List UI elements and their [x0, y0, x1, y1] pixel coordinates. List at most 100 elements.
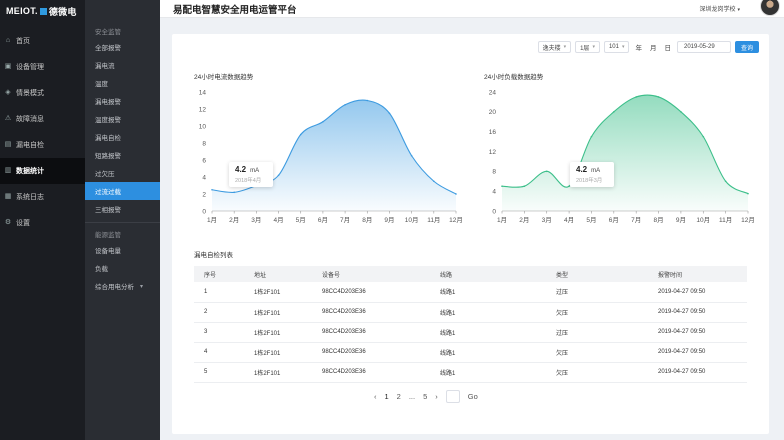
date-input[interactable]: 2019-05-29 [676, 41, 731, 53]
x-tick-label: 4月 [273, 216, 283, 224]
cell-type: 欠压 [556, 342, 658, 363]
caret-down-icon: ▾ [621, 44, 625, 50]
nav-item-scenes[interactable]: ◈ 情景模式 [0, 80, 85, 106]
subnav-item-load[interactable]: 负载 [85, 259, 160, 277]
top-header: 易配电智慧安全用电运管平台 深圳龙岗学校 ▾ [160, 0, 784, 18]
col-device: 设备号 [322, 266, 440, 282]
cell-line: 线路1 [440, 362, 556, 383]
x-tick-label: 12月 [741, 216, 755, 224]
subnav-item-temperature[interactable]: 温度 [85, 74, 160, 92]
chart-title-load: 24小时负载数据趋势 [484, 74, 544, 81]
subnav-item-leak-alarm[interactable]: 漏电报警 [85, 92, 160, 110]
cell-type: 欠压 [556, 362, 658, 383]
tooltip-value: 4.2 [235, 165, 247, 174]
col-type: 类型 [556, 266, 658, 282]
data-point [523, 185, 526, 188]
subnav-item-power-analysis[interactable]: 综合用电分析 ▾ [85, 277, 160, 295]
floor-value: 1层 [580, 45, 590, 52]
cell-index: 1 [194, 282, 254, 303]
y-tick-label: 4 [202, 174, 206, 181]
chevron-down-icon: ▾ [737, 7, 740, 13]
x-tick-label: 10月 [405, 216, 419, 224]
x-tick-label: 8月 [653, 216, 663, 224]
subnav-item-device-energy[interactable]: 设备电量 [85, 241, 160, 259]
home-icon: ⌂ [5, 37, 11, 44]
x-tick-label: 9月 [384, 216, 394, 224]
query-button[interactable]: 查询 [734, 41, 759, 53]
subnav-item-all-alarms[interactable]: 全部报警 [85, 38, 160, 56]
x-tick-label: 8月 [362, 216, 372, 224]
caret-down-icon: ▾ [592, 44, 595, 50]
tooltip-unit: mA [591, 168, 601, 174]
subnav-item-temp-alarm[interactable]: 温度报警 [85, 110, 160, 128]
x-tick-label: 3月 [542, 216, 552, 224]
nav-item-statistics[interactable]: ▥ 数据统计 [0, 158, 85, 184]
nav-label: 首页 [16, 38, 30, 45]
nav-item-faults[interactable]: ⚠ 故障消息 [0, 106, 85, 132]
logo-cn: 德微电 [48, 6, 77, 17]
cell-device: 98CC4D203E36 [322, 322, 440, 343]
subnav-item-leak-current[interactable]: 漏电流 [85, 56, 160, 74]
cell-device: 98CC4D203E36 [322, 302, 440, 323]
y-tick-label: 20 [489, 109, 497, 116]
data-point [545, 170, 548, 173]
col-address: 地址 [254, 266, 322, 282]
current-trend-chart: 0 2 4 6 8 10 12 14 1月 2月 3月 4月 5月 6月 7月 8月 9月 10月 11月 12月 [199, 89, 463, 224]
tooltip-unit: mA [250, 168, 260, 174]
data-point [613, 111, 615, 113]
data-point [590, 135, 593, 138]
y-tick-label: 14 [199, 89, 207, 96]
page-2[interactable]: 2 [397, 392, 401, 401]
cell-type: 欠压 [556, 302, 658, 323]
avatar[interactable] [760, 0, 780, 16]
subnav-item-three-phase[interactable]: 三相报警 [85, 200, 160, 218]
segment-year[interactable]: 年 [633, 42, 644, 52]
data-point [388, 112, 391, 115]
room-select[interactable]: 101 ▾ [603, 41, 630, 53]
page-1[interactable]: 1 [385, 392, 389, 401]
page-jump-input[interactable] [445, 390, 460, 403]
cell-type: 过压 [556, 322, 658, 343]
nav-item-leak-selftest[interactable]: ▤ 漏电自检 [0, 132, 85, 158]
segment-month[interactable]: 月 [648, 42, 659, 52]
log-icon: ▦ [4, 193, 12, 200]
floor-select[interactable]: 1层 ▾ [575, 41, 600, 53]
x-tick-label: 2月 [519, 216, 529, 224]
next-page-button[interactable]: › [435, 392, 438, 401]
page-5[interactable]: 5 [423, 392, 427, 401]
nav-item-devices[interactable]: ▣ 设备管理 [0, 54, 85, 80]
room-value: 101 [608, 44, 619, 50]
y-tick-label: 4 [492, 188, 496, 195]
subnav-divider [85, 222, 160, 223]
nav-item-settings[interactable]: ⚙ 设置 [0, 210, 85, 236]
nav-item-system-log[interactable]: ▦ 系统日志 [0, 184, 85, 210]
table-row: 4 1栋2F101 98CC4D203E36 线路1 欠压 2019-04-27… [194, 342, 747, 363]
subnav-item-overcurrent[interactable]: 过流过载 [85, 182, 160, 200]
segment-day[interactable]: 日 [662, 42, 673, 52]
subnav-item-leak-selftest[interactable]: 漏电自检 [85, 128, 160, 146]
x-tick-label: 7月 [340, 216, 350, 224]
cell-address: 1栋2F101 [254, 342, 322, 363]
nav-label: 故障消息 [16, 116, 44, 123]
prev-page-button[interactable]: ‹ [374, 392, 377, 401]
data-point [501, 185, 503, 188]
data-point [299, 133, 302, 136]
data-point [277, 174, 280, 177]
nav-label: 设置 [16, 220, 30, 227]
data-point [211, 188, 213, 191]
go-button[interactable]: Go [468, 392, 478, 401]
nav-item-home[interactable]: ⌂ 首页 [0, 28, 85, 54]
subnav-item-short-circuit[interactable]: 短路报警 [85, 146, 160, 164]
cell-time: 2019-04-27 09:50 [658, 342, 747, 363]
cell-index: 4 [194, 342, 254, 363]
subnav-group-safety: 安全监管 [95, 29, 121, 36]
subnav-item-over-under-voltage[interactable]: 过欠压 [85, 164, 160, 182]
school-selector[interactable]: 深圳龙岗学校 ▾ [699, 4, 740, 13]
sidebar: MEIOT. 德微电 ⌂ 首页 ▣ 设备管理 ◈ 情景模式 ⚠ 故障消息 ▤ 漏电自检 ▥ 数… [0, 0, 85, 440]
x-tick-label: 4月 [564, 216, 574, 224]
subnav-item-label: 综合用电分析 [95, 284, 134, 291]
y-tick-label: 8 [492, 169, 496, 176]
cell-address: 1栋2F101 [254, 302, 322, 323]
building-select[interactable]: 逸夫楼 ▾ [537, 41, 572, 53]
x-tick-label: 6月 [609, 216, 619, 224]
